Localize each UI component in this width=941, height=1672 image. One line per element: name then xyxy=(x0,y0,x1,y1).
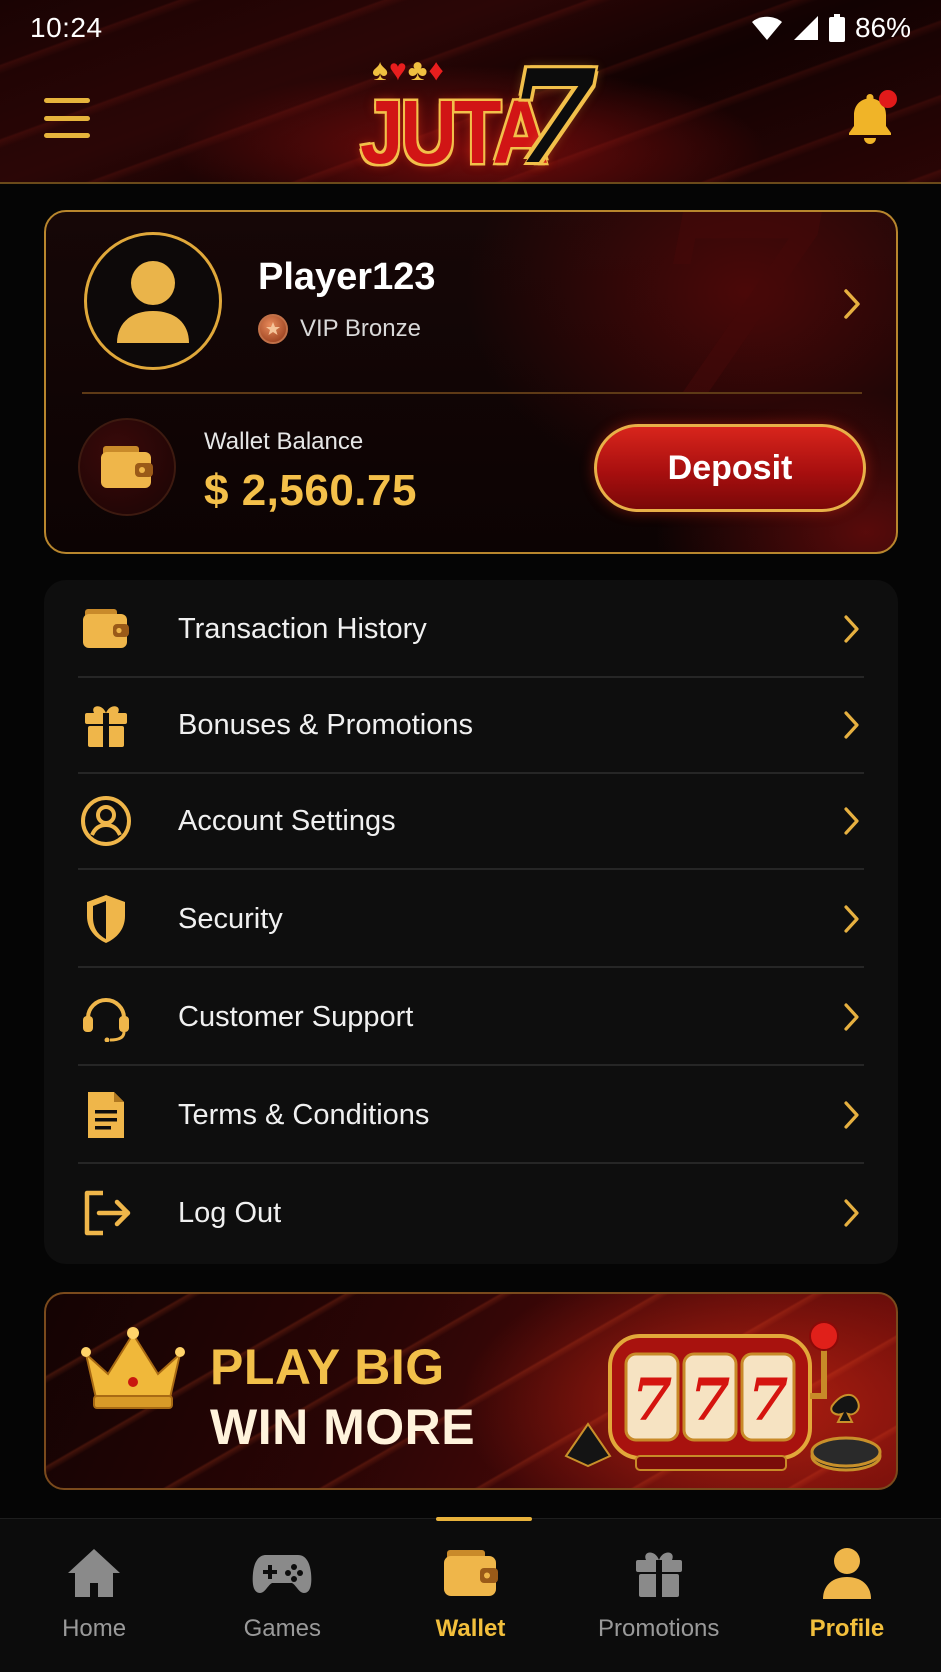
slot-reel-3: 7 xyxy=(748,1366,788,1434)
nav-tab-home[interactable]: Home xyxy=(0,1519,188,1672)
menu-item-bonuses-promotions[interactable]: Bonuses & Promotions xyxy=(78,676,864,774)
wallet-icon xyxy=(78,601,134,657)
notification-bell-icon[interactable] xyxy=(845,90,897,146)
home-icon xyxy=(64,1545,124,1601)
deposit-button[interactable]: Deposit xyxy=(594,424,866,512)
wallet-balance-label: Wallet Balance xyxy=(204,428,364,455)
promo-banner[interactable]: PLAY BIG WIN MORE 7 7 7 xyxy=(44,1292,898,1490)
status-time: 10:24 xyxy=(30,12,103,43)
battery-icon xyxy=(828,14,845,42)
headset-icon xyxy=(78,989,134,1045)
gift-icon xyxy=(78,697,134,753)
shield-icon xyxy=(78,891,134,947)
signal-icon xyxy=(793,16,818,40)
nav-tab-label: Games xyxy=(243,1615,321,1642)
menu-item-log-out[interactable]: Log Out xyxy=(78,1164,864,1262)
menu-item-label: Security xyxy=(178,902,283,935)
chevron-right-icon xyxy=(840,1196,864,1230)
hamburger-menu-icon[interactable] xyxy=(44,98,90,138)
menu-item-security[interactable]: Security xyxy=(78,870,864,968)
nav-tab-label: Home xyxy=(62,1615,127,1642)
bottom-navigation: Home Games Wallet Promotions Profile xyxy=(0,1517,941,1672)
menu-item-label: Transaction History xyxy=(178,612,427,645)
promo-subheadline: WIN MORE xyxy=(210,1399,476,1455)
menu-item-label: Log Out xyxy=(178,1196,282,1229)
user-avatar-icon xyxy=(117,261,189,343)
menu-item-label: Account Settings xyxy=(178,804,396,837)
profile-card: 7 Player123 VIP Bronze Wallet Balance $ … xyxy=(44,210,898,554)
menu-item-label: Customer Support xyxy=(178,1000,414,1033)
chevron-right-icon xyxy=(840,1098,864,1132)
crown-icon xyxy=(80,1324,186,1419)
wallet-icon xyxy=(101,446,153,488)
background-seven-decoration: 7 xyxy=(646,210,827,454)
avatar[interactable] xyxy=(84,232,222,370)
username: Player123 xyxy=(258,256,436,298)
chevron-right-icon xyxy=(840,902,864,936)
menu-item-terms-conditions[interactable]: Terms & Conditions xyxy=(78,1066,864,1164)
profile-icon xyxy=(817,1545,877,1601)
user-circle-icon xyxy=(78,793,134,849)
battery-percent: 86% xyxy=(854,12,911,43)
chevron-right-icon xyxy=(840,612,864,646)
menu-item-transaction-history[interactable]: Transaction History xyxy=(78,580,864,678)
wallet-icon xyxy=(441,1545,501,1601)
chevron-right-icon xyxy=(840,1000,864,1034)
nav-tab-games[interactable]: Games xyxy=(188,1519,376,1672)
menu-item-label: Bonuses & Promotions xyxy=(178,708,473,741)
slot-reel-1: 7 xyxy=(632,1366,672,1434)
nav-tab-label: Profile xyxy=(809,1615,885,1642)
active-tab-indicator xyxy=(436,1517,532,1521)
vip-badge-icon xyxy=(258,314,288,344)
slot-machine-icon: 7 7 7 xyxy=(556,1306,886,1488)
gamepad-icon xyxy=(252,1545,312,1601)
chevron-right-icon xyxy=(840,708,864,742)
profile-chevron-icon[interactable] xyxy=(842,288,862,325)
promo-headline: PLAY BIG xyxy=(210,1339,445,1395)
vip-level-row: VIP Bronze xyxy=(258,314,421,344)
notification-dot xyxy=(879,90,897,108)
nav-tab-profile[interactable]: Profile xyxy=(753,1519,941,1672)
nav-tab-promotions[interactable]: Promotions xyxy=(565,1519,753,1672)
logout-icon xyxy=(78,1185,134,1241)
document-icon xyxy=(78,1087,134,1143)
menu-item-customer-support[interactable]: Customer Support xyxy=(78,968,864,1066)
card-divider xyxy=(82,392,862,394)
nav-tab-label: Promotions xyxy=(598,1615,720,1642)
nav-tab-wallet[interactable]: Wallet xyxy=(376,1519,564,1672)
vip-level-label: VIP Bronze xyxy=(300,315,421,342)
wallet-balance-amount: $ 2,560.75 xyxy=(204,466,417,515)
wifi-icon xyxy=(751,16,782,40)
chevron-right-icon xyxy=(840,804,864,838)
wallet-badge xyxy=(78,418,176,516)
account-menu: Transaction History Bonuses & Promotions… xyxy=(44,580,898,1264)
logo-number: 7 xyxy=(508,43,598,193)
slot-reel-2: 7 xyxy=(690,1366,730,1434)
nav-tab-label: Wallet xyxy=(435,1615,506,1642)
brand-logo: ♠♥♣♦ JUTA 7 xyxy=(358,54,597,182)
menu-item-account-settings[interactable]: Account Settings xyxy=(78,772,864,870)
menu-item-label: Terms & Conditions xyxy=(178,1098,430,1131)
gift-icon xyxy=(629,1545,689,1601)
status-bar: 10:24 86% xyxy=(0,0,941,56)
